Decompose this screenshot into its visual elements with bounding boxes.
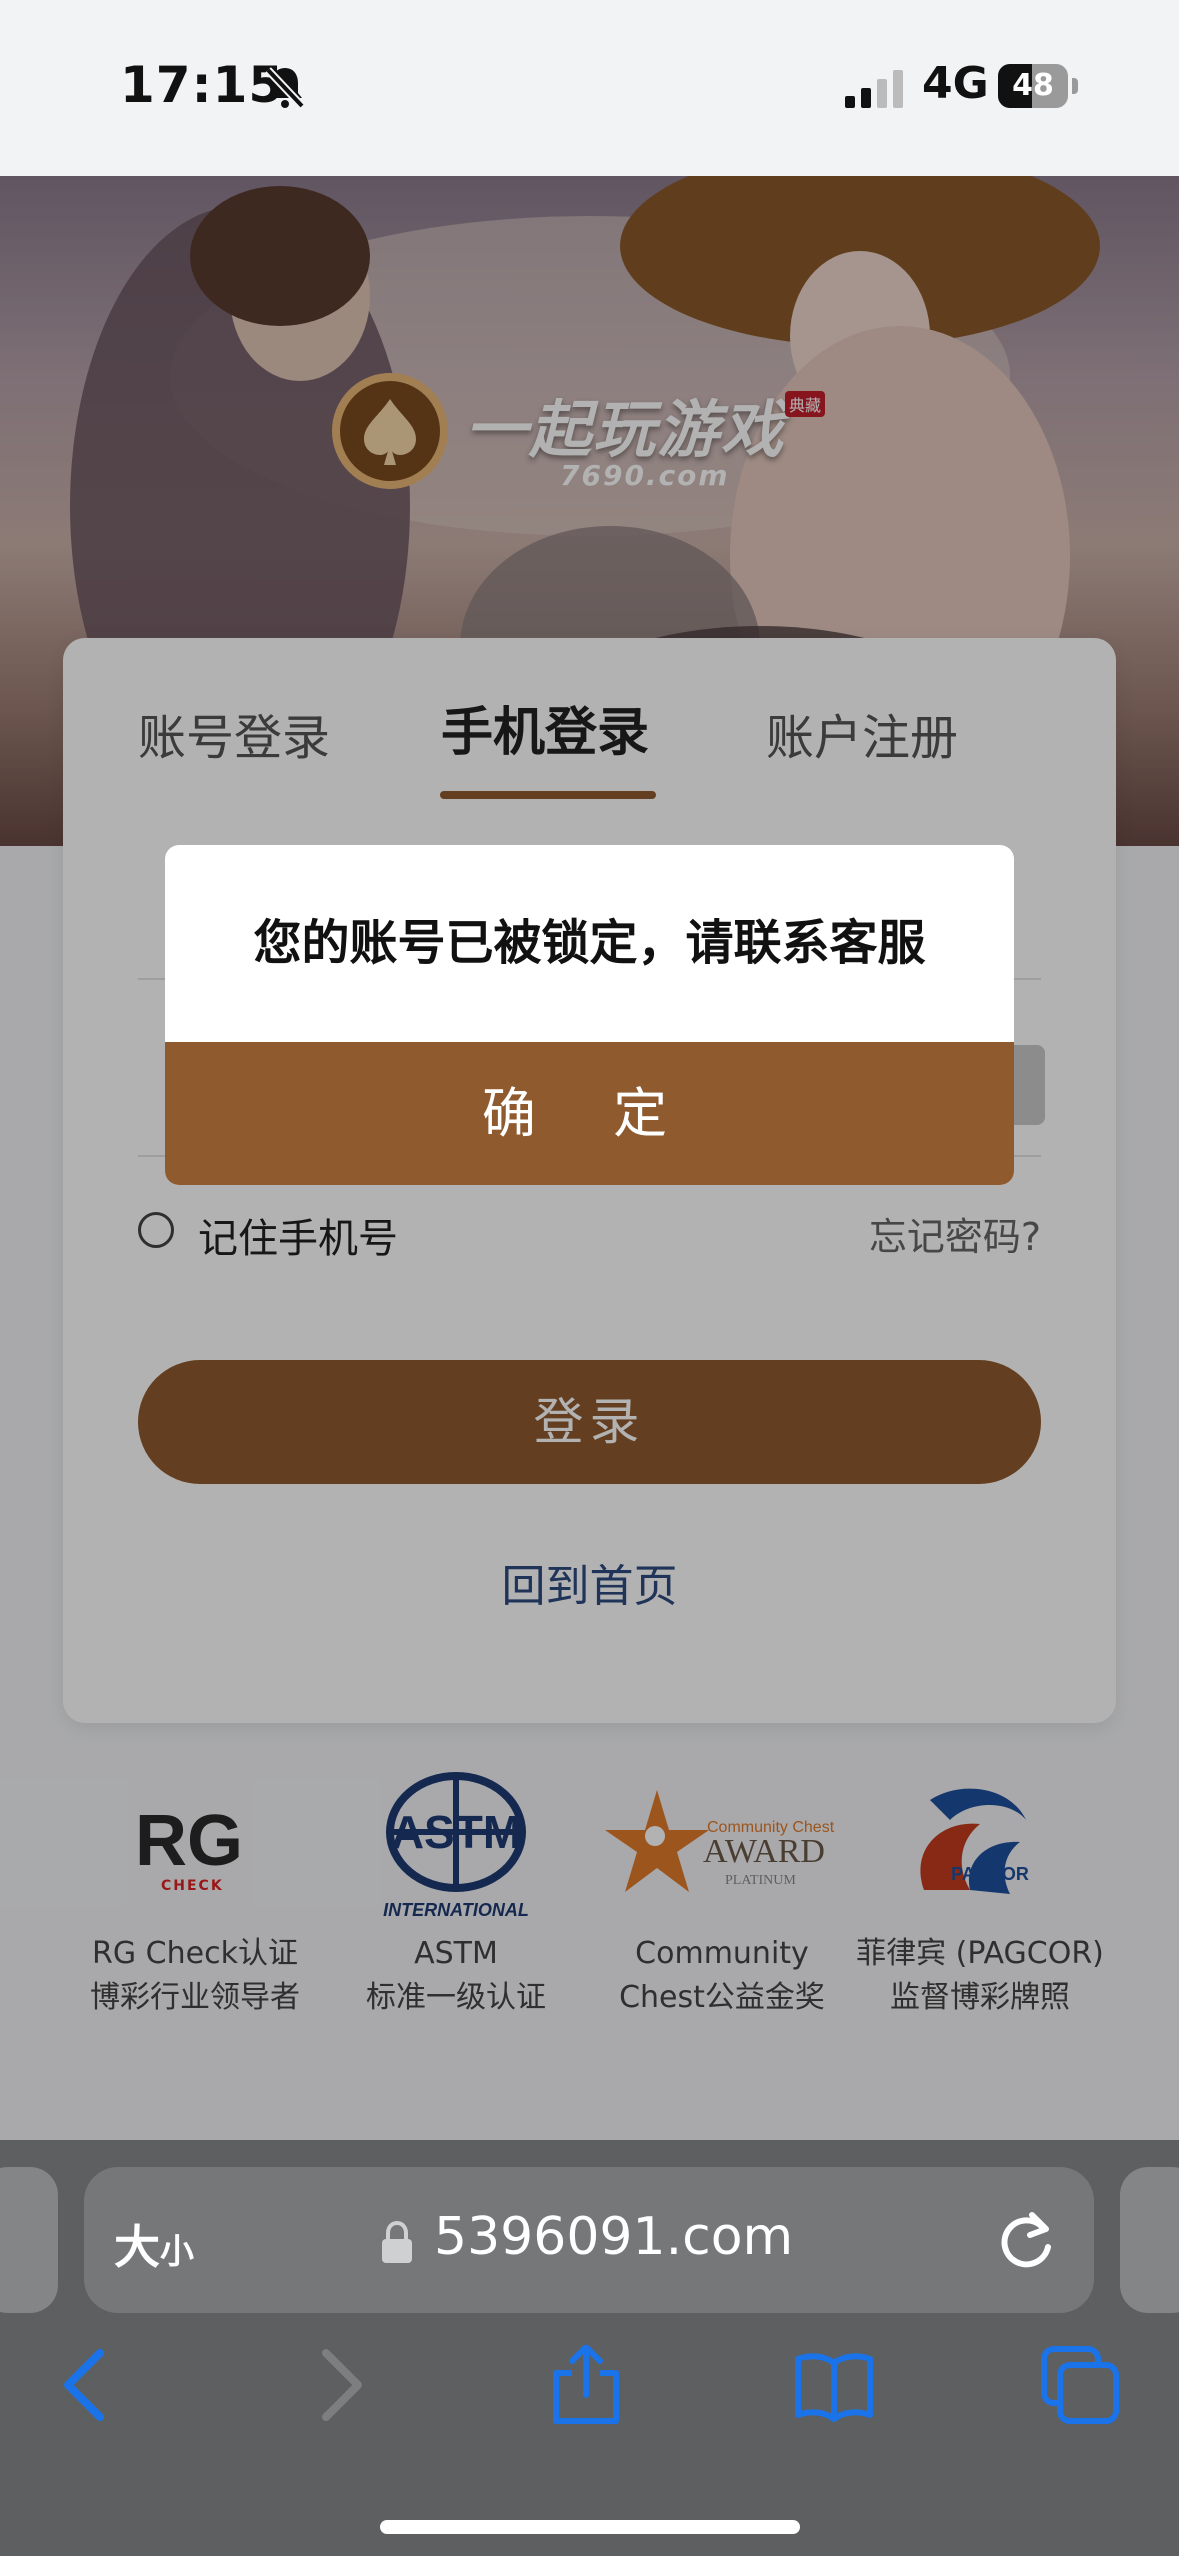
home-indicator: [380, 2520, 800, 2534]
forward-icon[interactable]: [300, 2345, 380, 2425]
bookmarks-icon[interactable]: [794, 2345, 874, 2425]
text-size-button[interactable]: 大小: [114, 2211, 194, 2277]
share-icon[interactable]: [546, 2345, 626, 2425]
network-label: 4G: [922, 58, 989, 109]
reload-icon[interactable]: [996, 2209, 1058, 2271]
previous-tab-preview[interactable]: [0, 2167, 58, 2313]
dialog-confirm-button[interactable]: 确 定: [165, 1042, 1014, 1185]
cellular-signal-icon: [845, 70, 903, 108]
battery-level: 48: [1012, 68, 1054, 103]
lock-icon: [382, 2221, 412, 2263]
dialog-message: 您的账号已被锁定，请联系客服: [253, 915, 926, 971]
next-tab-preview[interactable]: [1120, 2167, 1179, 2313]
address-bar[interactable]: 大小 5396091.com: [84, 2167, 1094, 2313]
tabs-icon[interactable]: [1040, 2345, 1120, 2425]
back-icon[interactable]: [46, 2345, 126, 2425]
browser-toolbar: 大小 5396091.com: [0, 2140, 1179, 2556]
battery-icon: 48: [998, 64, 1078, 108]
alert-dialog: 您的账号已被锁定，请联系客服 确 定: [165, 845, 1014, 1185]
status-bar: 17:15 4G 48: [0, 0, 1179, 176]
bell-slash-icon: [265, 67, 305, 109]
url-text: 5396091.com: [434, 2207, 794, 2267]
